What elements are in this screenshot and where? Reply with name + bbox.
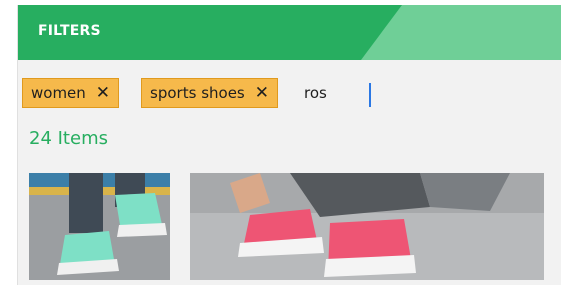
text-caret: [369, 83, 371, 107]
header-title: FILTERS: [38, 23, 101, 39]
filter-chip-label: women: [31, 84, 86, 102]
filter-search-input[interactable]: [301, 78, 424, 108]
filter-chip-sports-shoes: sports shoes ✕: [141, 78, 278, 108]
filter-chip-women: women ✕: [22, 78, 120, 108]
teal-sneakers-photo: [29, 173, 170, 280]
filter-chips-row: women ✕ sports shoes ✕: [22, 77, 424, 109]
product-card-teal-sneakers[interactable]: [29, 173, 170, 280]
results-count: 24 Items: [29, 128, 108, 149]
close-icon[interactable]: ✕: [96, 84, 110, 102]
pink-sneakers-photo: [190, 173, 544, 280]
product-card-pink-sneakers[interactable]: [190, 173, 544, 280]
close-icon[interactable]: ✕: [255, 84, 269, 102]
filters-header: FILTERS: [18, 5, 561, 60]
filter-chip-label: sports shoes: [150, 84, 245, 102]
